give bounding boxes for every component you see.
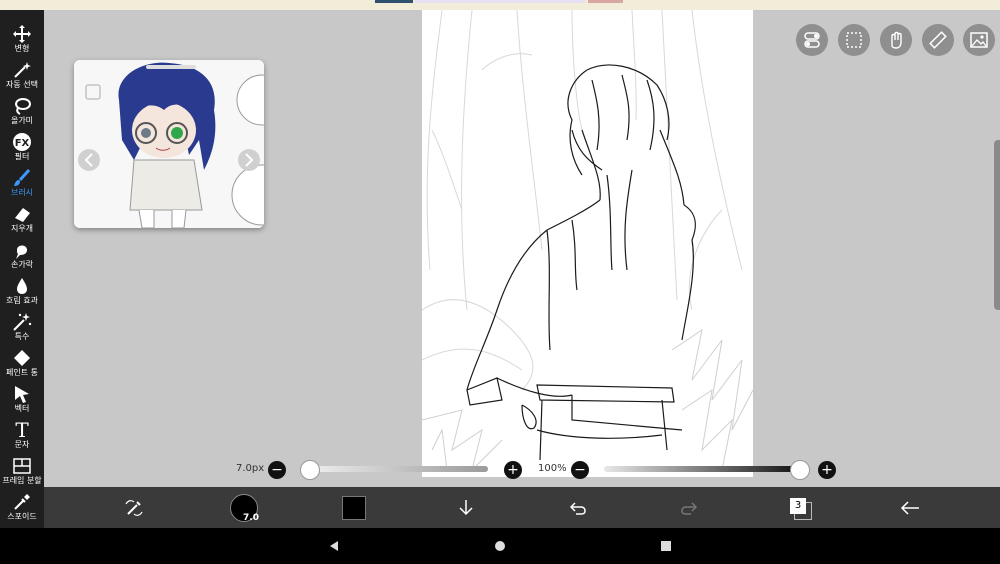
- tool-label: 변형: [14, 44, 30, 53]
- tool-magic-wand[interactable]: 자동 선택: [0, 60, 44, 90]
- brush-size-value: 7.0px: [236, 463, 265, 474]
- bottom-toolbar: 7.0 3: [44, 487, 1000, 528]
- paint-bucket-icon: [0, 348, 44, 368]
- opacity-plus-button[interactable]: +: [818, 461, 836, 479]
- brush-size-knob[interactable]: [300, 460, 320, 480]
- eyedropper-icon: [0, 492, 44, 512]
- selection-icon[interactable]: [838, 24, 870, 56]
- tool-eyedropper[interactable]: 스포이드: [0, 492, 44, 522]
- cursor-icon: [0, 384, 44, 404]
- thumbnail-strip: [375, 0, 413, 3]
- brush-size-slider-row: 7.0px − +: [236, 460, 526, 480]
- reference-character-image: [74, 60, 264, 228]
- tool-filter[interactable]: FX 필터: [0, 132, 44, 162]
- hand-icon[interactable]: [880, 24, 912, 56]
- magic-wand-icon: [0, 60, 44, 80]
- brush-size-plus-button[interactable]: +: [504, 461, 522, 479]
- recents-icon[interactable]: [652, 528, 680, 564]
- toggle-icon[interactable]: [796, 24, 828, 56]
- tool-vector[interactable]: 벡터: [0, 384, 44, 414]
- color-swatch: [342, 495, 366, 520]
- layers-button[interactable]: 3: [780, 487, 820, 528]
- tool-label: 필터: [14, 152, 30, 161]
- fx-glyph: FX: [15, 138, 30, 149]
- tool-blur[interactable]: 흐림 효과: [0, 276, 44, 306]
- ruler-icon[interactable]: [922, 24, 954, 56]
- opacity-slider-row: 100% − +: [538, 460, 838, 480]
- eraser-icon: [0, 204, 44, 224]
- drop-icon: [0, 276, 44, 296]
- tool-label: 페인트 통: [6, 368, 38, 377]
- tool-sidebar: 변형 자동 선택 올가미 FX 필터 브러시 지우개 손가락 흐림 효과 특수 …: [0, 10, 44, 528]
- frame-split-icon: [0, 456, 44, 476]
- layers-icon: 3: [790, 497, 812, 520]
- brush-size-badge: 7.0: [243, 512, 259, 523]
- brush-icon: [0, 168, 44, 188]
- tool-label: 자동 선택: [6, 80, 38, 89]
- tool-label: 특수: [14, 332, 30, 341]
- tool-special[interactable]: 특수: [0, 312, 44, 342]
- brush-size-minus-button[interactable]: −: [268, 461, 286, 479]
- tool-label: 흐림 효과: [6, 296, 38, 305]
- reference-image-panel[interactable]: [74, 60, 264, 228]
- drawing-canvas[interactable]: [422, 10, 753, 477]
- tool-eraser[interactable]: 지우개: [0, 204, 44, 234]
- thumbnail-strip: [588, 0, 623, 3]
- tool-label: 프레임 분할: [2, 476, 42, 485]
- tool-label: 문자: [14, 440, 30, 449]
- tool-label: 올가미: [10, 116, 34, 125]
- image-icon[interactable]: [963, 24, 995, 56]
- tool-smudge[interactable]: 손가락: [0, 240, 44, 270]
- finger-icon: [0, 240, 44, 260]
- move-icon: [0, 24, 44, 44]
- opacity-knob[interactable]: [790, 460, 810, 480]
- tool-label: 벡터: [14, 404, 30, 413]
- brush-preview-circle: 7.0: [230, 493, 259, 523]
- layer-count: 3: [790, 497, 806, 514]
- tool-label: 지우개: [10, 224, 34, 233]
- text-icon: T: [15, 418, 29, 442]
- download-icon[interactable]: [446, 487, 486, 528]
- side-panel-handle[interactable]: [994, 140, 1000, 310]
- fx-icon: FX: [0, 132, 44, 152]
- tool-transform[interactable]: 변형: [0, 24, 44, 54]
- sparkle-icon: [0, 312, 44, 332]
- tool-text[interactable]: T 문자: [0, 420, 44, 450]
- brush-size-indicator[interactable]: 7.0: [224, 487, 264, 528]
- redo-icon[interactable]: [669, 487, 709, 528]
- tool-frame-split[interactable]: 프레임 분할: [0, 456, 44, 486]
- tool-label: 손가락: [10, 260, 34, 269]
- thumbnail-strip: [415, 0, 585, 3]
- brush-size-track[interactable]: [302, 466, 488, 472]
- home-icon[interactable]: [486, 528, 514, 564]
- lasso-icon: [0, 96, 44, 116]
- tool-paint-bucket[interactable]: 페인트 통: [0, 348, 44, 378]
- tool-label: 스포이드: [7, 512, 37, 521]
- opacity-minus-button[interactable]: −: [571, 461, 589, 479]
- brush-settings-icon[interactable]: [114, 487, 154, 528]
- tool-label: 브러시: [10, 188, 34, 197]
- top-strip: [0, 0, 1000, 10]
- sketch-artwork: [422, 10, 753, 472]
- opacity-track[interactable]: [604, 466, 800, 472]
- back-arrow-icon[interactable]: [890, 487, 930, 528]
- opacity-value: 100%: [538, 463, 567, 474]
- color-swatch-button[interactable]: [334, 487, 374, 528]
- system-nav-bar: [0, 528, 1000, 564]
- undo-icon[interactable]: [558, 487, 598, 528]
- back-icon[interactable]: [320, 528, 348, 564]
- tool-brush[interactable]: 브러시: [0, 168, 44, 198]
- tool-lasso[interactable]: 올가미: [0, 96, 44, 126]
